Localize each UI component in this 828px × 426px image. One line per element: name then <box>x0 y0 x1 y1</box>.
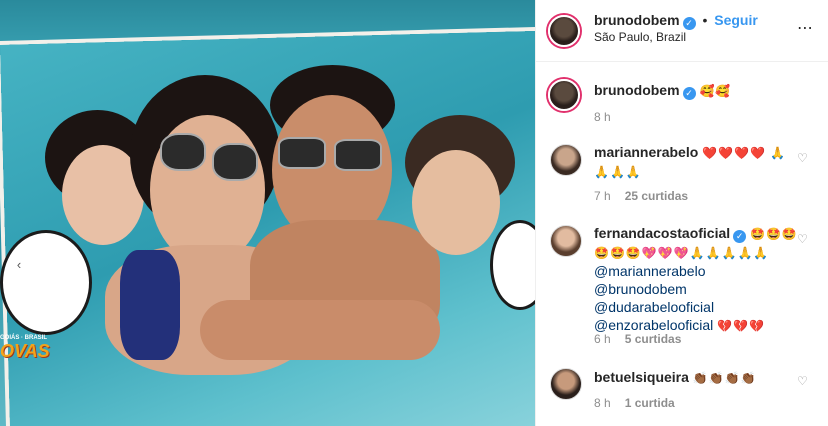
more-options-icon[interactable]: ⋯ <box>797 18 814 38</box>
comment-trailing-emojis: 💔💔💔 <box>717 319 765 333</box>
mention-link[interactable]: @dudarabelooficial <box>594 299 714 315</box>
caption-emojis: 🥰🥰 <box>699 84 732 98</box>
heart-icon[interactable]: ♡ <box>797 152 809 164</box>
commenter-avatar[interactable] <box>550 144 582 176</box>
follow-button[interactable]: Seguir <box>714 12 758 28</box>
author-username[interactable]: brunodobem <box>594 12 680 28</box>
comment-emojis: 👏🏾👏🏾👏🏾👏🏾 <box>692 371 757 385</box>
commenter-avatar[interactable] <box>550 368 582 400</box>
caption-username[interactable]: brunodobem <box>594 82 680 98</box>
caption-meta: 8 h <box>594 110 625 124</box>
commenter-username[interactable]: betuelsiqueira <box>594 369 689 385</box>
arms-in-water <box>200 300 440 360</box>
swimsuit-strap <box>120 250 180 360</box>
previous-arrow-icon[interactable]: ‹ <box>8 254 30 276</box>
verified-badge-icon: ✓ <box>682 87 696 100</box>
author-avatar[interactable] <box>548 15 580 47</box>
mickey-float-left <box>0 230 92 335</box>
comment-meta: 6 h 5 curtidas <box>594 332 695 346</box>
child-right-face <box>412 150 500 255</box>
man-sunglasses-right <box>334 139 382 171</box>
comment-time[interactable]: 6 h <box>594 332 611 346</box>
mention-link[interactable]: @brunodobem <box>594 281 687 297</box>
caption-avatar[interactable] <box>548 79 580 111</box>
comment-meta: 7 h 25 curtidas <box>594 189 702 203</box>
comment-meta: 8 h 1 curtida <box>594 396 689 410</box>
verified-badge-icon: ✓ <box>733 230 747 243</box>
comment-time[interactable]: 8 h <box>594 396 611 410</box>
comment-likes[interactable]: 5 curtidas <box>625 332 682 346</box>
corner-logo-title: OVAS <box>0 341 50 361</box>
comment-text: mariannerabelo ❤️❤️❤️❤️ 🙏🙏🙏🙏 <box>594 143 799 181</box>
location-link[interactable]: São Paulo, Brazil <box>594 30 686 44</box>
corner-logo: GOIÁS · BRASIL OVAS <box>0 335 70 390</box>
post-photo[interactable]: GOIÁS · BRASIL OVAS ‹ <box>0 0 535 426</box>
author-line: brunodobem ✓ • Seguir <box>594 12 758 30</box>
post-header: brunodobem ✓ • Seguir São Paulo, Brazil ⋯ <box>536 0 828 62</box>
commenter-username[interactable]: fernandacosta​oficial <box>594 225 730 241</box>
caption-text: brunodobem ✓ 🥰🥰 <box>594 81 799 100</box>
comment-text: betuelsiqueira 👏🏾👏🏾👏🏾👏🏾 <box>594 368 799 387</box>
mention-link[interactable]: @enzorabelooficial <box>594 317 713 333</box>
mention-link[interactable]: @mariannerabelo <box>594 263 706 279</box>
man-sunglasses-left <box>278 137 326 169</box>
comment-likes[interactable]: 1 curtida <box>625 396 675 410</box>
heart-icon[interactable]: ♡ <box>797 375 809 387</box>
comment-likes[interactable]: 25 curtidas <box>625 189 688 203</box>
commenter-username[interactable]: mariannerabelo <box>594 144 698 160</box>
woman-sunglasses-left <box>160 133 206 171</box>
woman-sunglasses-right <box>212 143 258 181</box>
verified-badge-icon: ✓ <box>682 17 696 30</box>
dot-separator: • <box>702 12 708 28</box>
comment-text: fernandacosta​oficial ✓ 🤩🤩🤩🤩🤩🤩💖💖💖🙏🙏🙏🙏🙏 @m… <box>594 224 799 335</box>
commenter-avatar[interactable] <box>550 225 582 257</box>
comment-time[interactable]: 7 h <box>594 189 611 203</box>
caption-time[interactable]: 8 h <box>594 110 611 124</box>
heart-icon[interactable]: ♡ <box>797 233 809 245</box>
post-side-panel: brunodobem ✓ • Seguir São Paulo, Brazil ⋯… <box>535 0 828 426</box>
